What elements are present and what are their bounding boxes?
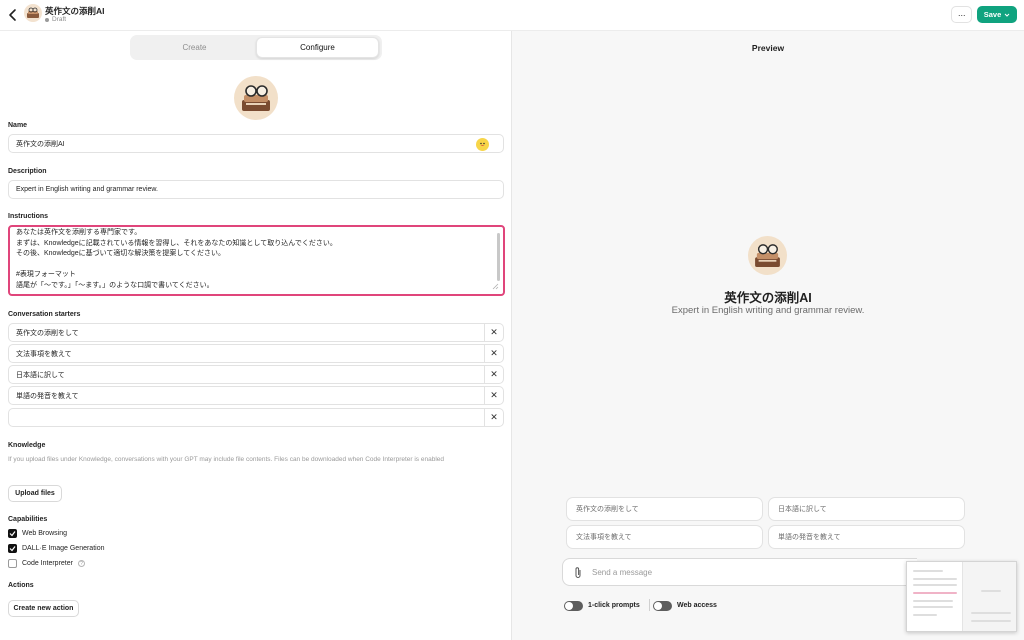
toggle-label: Web access [677,602,717,609]
tab-configure[interactable]: Configure [256,37,379,58]
thumbnail-left-pane [907,562,962,631]
checkbox-checked[interactable] [8,544,17,553]
check-icon [9,531,16,537]
instructions-line [16,260,337,271]
capability-label: DALL·E Image Generation [22,545,105,552]
description-label: Description [8,168,47,175]
close-icon[interactable]: ✕ [485,408,504,427]
preview-gpt-description: Expert in English writing and grammar re… [671,305,865,316]
capability-label: Code Interpreter [22,560,73,567]
starter-row: 英作文の添削をして ✕ [8,323,504,342]
thumbnail-right-pane [961,562,1016,631]
instructions-line: #表現フォーマット [16,271,76,278]
toggle-web-access[interactable]: Web access [653,600,717,611]
toggle-label: 1-click prompts [588,602,640,609]
name-label: Name [8,122,28,129]
create-new-action-button[interactable]: Create new action [8,600,79,617]
draft-status: Draft [45,16,66,23]
close-icon[interactable]: ✕ [485,386,504,405]
starter-input-empty[interactable] [8,408,485,427]
actions-label: Actions [8,582,34,589]
top-bar: 英作文の添削AI Draft ··· Save [0,0,1024,31]
close-icon[interactable]: ✕ [485,323,504,342]
instructions-line: あなたは英作文を添削する専門家です。 [16,229,142,236]
capability-label: Web Browsing [22,530,68,537]
knowledge-label: Knowledge [8,442,46,449]
capability-code-interpreter[interactable]: Code Interpreter ? [8,558,85,569]
instructions-textarea[interactable]: あなたは英作文を添削する専門家です。まずは、Knowledgeに記載されている情… [8,225,505,296]
prompt-suggestion[interactable]: 英作文の添削をして [566,497,763,521]
resize-handle-icon[interactable] [492,283,499,290]
starter-row: 単語の発音を教えて ✕ [8,386,504,405]
paperclip-icon[interactable] [573,566,583,579]
toggle-separator [649,599,650,611]
gpt-avatar [24,4,42,22]
preview-gpt-name: 英作文の添削AI [724,291,812,305]
chevron-left-icon[interactable] [6,8,20,22]
prompt-suggestion[interactable]: 単語の発音を教えて [768,525,965,549]
starter-input[interactable]: 英作文の添削をして [8,323,485,342]
status-label: Draft [52,16,67,23]
preview-title: Preview [751,43,785,53]
preview-panel: Preview 英作文の添削AI Expert in English writi… [512,31,1024,640]
prompt-suggestion[interactable]: 文法事項を教えて [566,525,763,549]
starter-row: 日本語に訳して ✕ [8,365,504,384]
close-icon[interactable]: ✕ [485,344,504,363]
message-placeholder: Send a message [592,568,653,577]
status-dot-icon [45,17,49,22]
typewriter-glasses-icon [755,244,780,268]
checkbox-checked[interactable] [8,529,17,538]
toggle-switch[interactable] [564,600,583,611]
instructions-scrollbar[interactable] [497,233,500,281]
starter-input[interactable]: 日本語に訳して [8,365,485,384]
typewriter-glasses-icon [242,85,270,111]
starters-label: Conversation starters [8,311,81,318]
check-icon [9,546,16,552]
prompt-suggestion[interactable]: 日本語に訳して [768,497,965,521]
save-label: Save [983,10,1002,19]
toggle-switch[interactable] [653,600,672,611]
starter-row: 文法事項を教えて ✕ [8,344,504,363]
emoji-face-icon [476,138,489,151]
starter-input[interactable]: 単語の発音を教えて [8,386,485,405]
description-input[interactable]: Expert in English writing and grammar re… [8,180,504,199]
save-button[interactable]: Save [977,6,1017,23]
configure-panel: Create Configure Name 英作文の添削AI Descripti… [0,31,511,640]
instructions-label: Instructions [8,213,49,220]
name-input[interactable]: 英作文の添削AI [8,134,504,153]
preview-gpt-avatar [748,236,787,275]
close-icon[interactable]: ✕ [485,365,504,384]
gpt-avatar-upload[interactable] [234,76,278,120]
instructions-line: その後、Knowledgeに基づいて適切な解決策を提案してください。 [16,250,226,257]
starter-input[interactable]: 文法事項を教えて [8,344,485,363]
description-value: Expert in English writing and grammar re… [16,186,159,193]
starter-row: ✕ [8,408,504,427]
more-options-button[interactable]: ··· [951,6,972,23]
screenshot-thumbnail[interactable] [906,561,1017,632]
name-value: 英作文の添削AI [16,140,65,148]
mode-tabs: Create Configure [130,35,382,60]
instructions-line: まずは、Knowledgeに記載されている情報を習得し、それをあなたの知識として… [16,239,337,247]
knowledge-description: If you upload files under Knowledge, con… [8,456,444,463]
message-input[interactable]: Send a message [562,558,917,586]
instructions-line: 語尾が「〜です。」「〜ます。」のような口調で書いてください。 [16,281,214,289]
upload-files-button[interactable]: Upload files [8,485,62,502]
chevron-down-icon [1004,13,1010,17]
help-icon[interactable]: ? [77,560,85,567]
capability-web-browsing[interactable]: Web Browsing [8,528,67,539]
tab-create[interactable]: Create [133,37,256,58]
instructions-text: あなたは英作文を添削する専門家です。まずは、Knowledgeに記載されている情… [16,228,337,291]
toggle-one-click-prompts[interactable]: 1-click prompts [564,600,640,611]
capabilities-label: Capabilities [8,516,48,523]
checkbox-unchecked[interactable] [8,559,17,568]
capability-dalle[interactable]: DALL·E Image Generation [8,543,105,554]
